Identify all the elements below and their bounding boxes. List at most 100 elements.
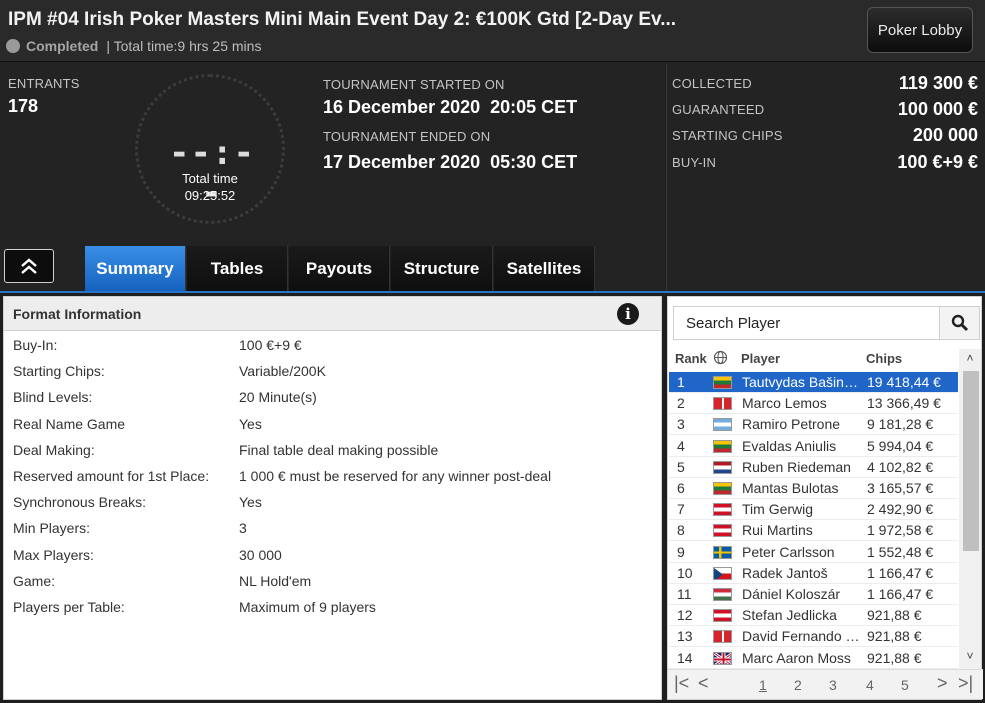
prize-value: 200 000 xyxy=(912,125,978,145)
col-player[interactable]: Player xyxy=(741,351,780,366)
col-rank[interactable]: Rank xyxy=(675,351,707,366)
prize-row: STARTING CHIPS 200 000 xyxy=(672,125,978,146)
tab-payouts[interactable]: Payouts xyxy=(289,246,390,291)
player-row[interactable]: 12 Stefan Jedlicka 921,88 € xyxy=(669,605,958,627)
format-key: Reserved amount for 1st Place: xyxy=(13,468,210,484)
globe-icon[interactable] xyxy=(713,350,728,368)
player-row[interactable]: 9 Peter Carlsson 1 552,48 € xyxy=(669,542,958,563)
player-chips: 19 418,44 € xyxy=(867,374,941,390)
player-rank: 11 xyxy=(677,586,692,602)
scroll-up-icon[interactable]: ˄ xyxy=(959,351,981,369)
player-rank: 6 xyxy=(677,480,685,496)
scroll-down-icon[interactable]: ˅ xyxy=(959,649,981,667)
format-key: Starting Chips: xyxy=(13,363,105,380)
player-chips: 2 492,90 € xyxy=(867,501,934,518)
player-rank: 8 xyxy=(677,522,685,539)
entrants-label: ENTRANTS xyxy=(8,76,80,91)
next-page-icon[interactable]: > xyxy=(937,673,948,694)
player-row[interactable]: 5 Ruben Riedeman 4 102,82 € xyxy=(669,457,958,478)
prize-row: GUARANTEED 100 000 € xyxy=(672,99,978,120)
tab-underline xyxy=(0,291,985,293)
flag-icon xyxy=(713,418,732,432)
page-link[interactable]: 1 xyxy=(759,677,767,693)
players-scrollbar[interactable]: ˄ ˅ xyxy=(959,349,981,669)
player-name: Dániel Koloszár xyxy=(742,586,841,602)
player-row[interactable]: 2 Marco Lemos 13 366,49 € xyxy=(669,393,958,415)
player-name: David Fernando Rod xyxy=(742,628,860,645)
info-icon[interactable]: i xyxy=(617,303,639,325)
player-chips: 4 102,82 € xyxy=(867,458,934,475)
tab-tables[interactable]: Tables xyxy=(187,246,288,291)
player-chips: 3 165,57 € xyxy=(867,480,934,496)
prize-info xyxy=(666,63,985,293)
format-value: Maximum of 9 players xyxy=(239,599,376,615)
player-row[interactable]: 1 Tautvydas Bašinskas 19 418,44 € xyxy=(669,372,958,393)
format-value: 30 000 xyxy=(239,546,282,563)
search-player-field[interactable]: Search Player xyxy=(673,306,980,340)
search-input[interactable]: Search Player xyxy=(686,315,780,332)
player-name: Ruben Riedeman xyxy=(742,458,851,475)
page-link[interactable]: 2 xyxy=(794,677,802,693)
first-page-icon[interactable]: |< xyxy=(674,673,689,694)
prize-label: GUARANTEED xyxy=(672,102,765,117)
flag-icon xyxy=(713,503,732,517)
player-row[interactable]: 8 Rui Martins 1 972,58 € xyxy=(669,520,958,542)
player-row[interactable]: 14 Marc Aaron Moss 921,88 € xyxy=(669,648,958,669)
player-row[interactable]: 6 Mantas Bulotas 3 165,57 € xyxy=(669,478,958,499)
format-key: Max Players: xyxy=(13,546,94,563)
started-label: TOURNAMENT STARTED ON xyxy=(323,77,505,92)
page-link[interactable]: 4 xyxy=(866,677,874,693)
tab-structure[interactable]: Structure xyxy=(391,246,493,291)
player-name: Stefan Jedlicka xyxy=(742,607,837,624)
tab-summary[interactable]: Summary xyxy=(85,246,186,291)
collapse-button[interactable] xyxy=(4,249,54,283)
search-icon xyxy=(951,314,968,332)
format-key: Real Name Game xyxy=(13,415,126,432)
player-rank: 13 xyxy=(677,628,693,645)
player-row[interactable]: 10 Radek Jantoš 1 166,47 € xyxy=(669,563,958,584)
player-chips: 13 366,49 € xyxy=(867,395,941,412)
player-rank: 5 xyxy=(677,458,685,475)
format-heading: Format Information xyxy=(13,306,142,322)
format-key: Synchronous Breaks: xyxy=(13,494,147,511)
format-value: 1 000 € must be reserved for any winner … xyxy=(239,468,552,484)
poker-lobby-button[interactable]: Poker Lobby xyxy=(867,7,973,53)
scroll-thumb[interactable] xyxy=(963,371,979,551)
format-value: 3 xyxy=(239,520,247,537)
tournament-title: IPM #04 Irish Poker Masters Mini Main Ev… xyxy=(8,9,677,30)
format-key: Blind Levels: xyxy=(13,389,93,406)
col-chips[interactable]: Chips xyxy=(866,351,902,366)
status-text: Completed xyxy=(26,38,99,54)
format-value: Final table deal making possible xyxy=(239,441,439,458)
flag-icon xyxy=(713,566,732,580)
title-bar: IPM #04 Irish Poker Masters Mini Main Ev… xyxy=(0,0,985,62)
flag-icon xyxy=(713,524,732,538)
page-link[interactable]: 3 xyxy=(829,677,837,693)
prize-label: COLLECTED xyxy=(672,76,752,91)
player-chips: 9 181,28 € xyxy=(867,416,934,433)
player-row[interactable]: 11 Dániel Koloszár 1 166,47 € xyxy=(669,584,958,605)
page-link[interactable]: 5 xyxy=(901,677,909,693)
player-chips: 921,88 € xyxy=(867,649,922,666)
pager: |< < 1 2 3 4 5 > >| xyxy=(668,669,983,699)
flag-icon xyxy=(713,460,732,474)
player-row[interactable]: 4 Evaldas Aniulis 5 994,04 € xyxy=(669,436,958,457)
player-chips: 1 552,48 € xyxy=(867,543,934,560)
player-row[interactable]: 13 David Fernando Rod 921,88 € xyxy=(669,626,958,648)
player-row[interactable]: 3 Ramiro Petrone 9 181,28 € xyxy=(669,414,958,436)
player-name: Ramiro Petrone xyxy=(742,416,841,433)
flag-icon xyxy=(713,482,732,495)
format-key: Deal Making: xyxy=(13,441,95,458)
tab-satellites[interactable]: Satellites xyxy=(494,246,595,291)
search-button[interactable] xyxy=(939,307,979,339)
last-page-icon[interactable]: >| xyxy=(958,673,973,694)
prize-row: COLLECTED 119 300 € xyxy=(672,73,978,94)
players-panel: Search Player Rank Player Chips 1 Tautvyd… xyxy=(667,296,983,700)
player-rank: 12 xyxy=(677,607,693,624)
prev-page-icon[interactable]: < xyxy=(698,673,709,694)
player-name: Peter Carlsson xyxy=(742,543,835,560)
format-header: Format Information i xyxy=(4,297,661,331)
prize-label: BUY-IN xyxy=(672,155,717,170)
player-row[interactable]: 7 Tim Gerwig 2 492,90 € xyxy=(669,499,958,521)
format-value: Variable/200K xyxy=(239,363,326,380)
